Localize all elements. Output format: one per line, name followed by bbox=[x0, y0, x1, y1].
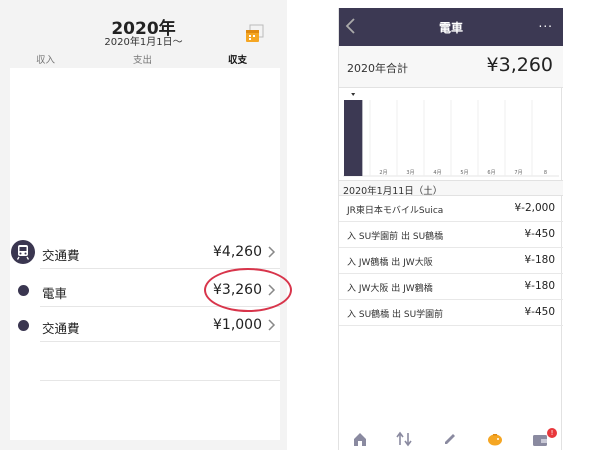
date-header-label: 2020年1月11日（土） bbox=[343, 186, 443, 197]
period-header: 2020年 2020年1月1日〜 bbox=[0, 0, 287, 48]
total-label: 2020年合計 bbox=[347, 62, 408, 75]
transaction-row[interactable]: 入 JW大阪 出 JW鶴橋 ¥-180 bbox=[339, 274, 563, 300]
category-amount: ¥1,000 bbox=[213, 317, 262, 333]
transaction-desc: 入 SU鶴橋 出 SU学園前 bbox=[347, 310, 444, 320]
transaction-amount: ¥-450 bbox=[524, 306, 555, 318]
category-bullet-icon bbox=[18, 320, 29, 331]
divider bbox=[40, 380, 280, 381]
chart-tick-label: 6月 bbox=[487, 170, 495, 176]
pen-icon[interactable] bbox=[441, 430, 459, 448]
tab-expense[interactable]: 支出 bbox=[133, 52, 152, 66]
total-summary: 2020年合計 ¥3,260 bbox=[339, 46, 563, 88]
monthly-bar-chart[interactable]: 2月 3月 4月 5月 6月 7月 8 bbox=[339, 88, 563, 180]
left-screen: 2020年 2020年1月1日〜 収入 支出 収支 交通費 ¥4,260 電車 … bbox=[0, 0, 292, 450]
category-name: 交通費 bbox=[42, 248, 80, 263]
notification-badge: ! bbox=[547, 428, 557, 438]
chart-tick-label: 8 bbox=[544, 170, 547, 176]
divider bbox=[40, 341, 280, 342]
category-bullet-icon bbox=[18, 285, 29, 296]
category-name: 交通費 bbox=[42, 321, 80, 336]
category-row-transport[interactable]: 交通費 ¥4,260 bbox=[10, 235, 280, 269]
tab-balance[interactable]: 収支 bbox=[228, 52, 247, 66]
train-icon bbox=[11, 240, 35, 264]
date-section-header: 2020年1月11日（土） bbox=[339, 180, 563, 197]
transaction-desc: JR東日本モバイルSuica bbox=[347, 206, 444, 216]
category-name: 電車 bbox=[42, 286, 68, 301]
right-screen: 電車 ... 2020年合計 ¥3,260 2月 3月 4月 5月 6月 7月 8 2020… bbox=[338, 8, 563, 450]
more-menu-button[interactable]: ... bbox=[539, 16, 553, 30]
transaction-amount: ¥-2,000 bbox=[514, 202, 555, 214]
category-list: 交通費 ¥4,260 電車 ¥3,260 交通費 ¥1,000 bbox=[10, 68, 292, 440]
transfer-icon[interactable] bbox=[395, 430, 413, 448]
transaction-amount: ¥-180 bbox=[524, 280, 555, 292]
total-value: ¥3,260 bbox=[486, 54, 553, 76]
chart-tick-label: 4月 bbox=[433, 170, 441, 176]
nav-title: 電車 bbox=[438, 21, 463, 35]
tab-income[interactable]: 収入 bbox=[36, 52, 55, 66]
transaction-amount: ¥-180 bbox=[524, 254, 555, 266]
calendar-icon[interactable] bbox=[244, 24, 266, 46]
transaction-row[interactable]: 入 JW鶴橋 出 JW大阪 ¥-180 bbox=[339, 248, 563, 274]
transaction-row[interactable]: 入 SU鶴橋 出 SU学園前 ¥-450 bbox=[339, 300, 563, 326]
highlight-circle bbox=[204, 268, 292, 312]
type-tabs: 収入 支出 収支 bbox=[0, 52, 287, 68]
piggy-bank-icon[interactable] bbox=[486, 430, 504, 448]
bottom-tab-bar bbox=[339, 428, 563, 450]
transaction-amount: ¥-450 bbox=[524, 228, 555, 240]
chart-tick-label: 2月 bbox=[379, 170, 387, 176]
selected-bar-marker bbox=[351, 93, 356, 96]
transaction-desc: 入 SU学園前 出 SU鶴橋 bbox=[347, 232, 444, 242]
nav-bar: 電車 ... bbox=[339, 8, 563, 46]
chart-tick-label: 3月 bbox=[406, 170, 414, 176]
chart-tick-label: 5月 bbox=[460, 170, 468, 176]
transaction-desc: 入 JW鶴橋 出 JW大阪 bbox=[347, 258, 433, 268]
transaction-desc: 入 JW大阪 出 JW鶴橋 bbox=[347, 284, 433, 294]
chart-bar[interactable] bbox=[344, 100, 363, 176]
transaction-row[interactable]: 入 SU学園前 出 SU鶴橋 ¥-450 bbox=[339, 222, 563, 248]
category-row-transport-2[interactable]: 交通費 ¥1,000 bbox=[10, 308, 280, 342]
chevron-right-icon bbox=[268, 246, 276, 258]
chevron-right-icon bbox=[268, 319, 276, 331]
home-icon[interactable] bbox=[351, 430, 369, 448]
transaction-row[interactable]: JR東日本モバイルSuica ¥-2,000 bbox=[339, 196, 563, 222]
chart-tick-label: 7月 bbox=[514, 170, 522, 176]
category-amount: ¥4,260 bbox=[213, 244, 262, 260]
